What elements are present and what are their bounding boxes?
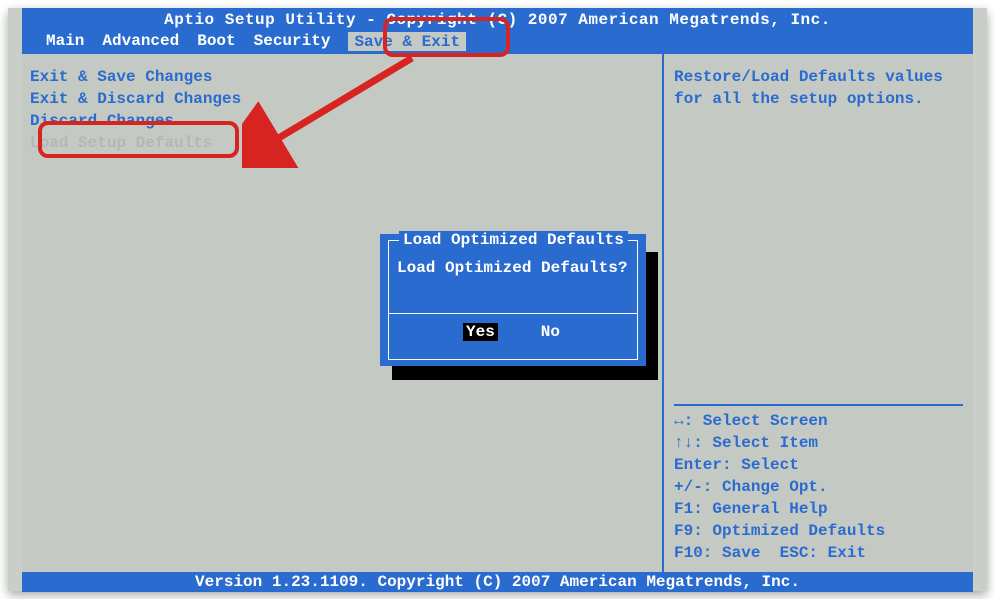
dialog-border: Load Optimized Defaults Load Optimized D… [388, 240, 638, 360]
hint-line: ↑↓: Select Item [674, 432, 963, 454]
dialog-separator [389, 313, 637, 314]
option-discard[interactable]: Discard Changes [30, 110, 654, 132]
bios-screen: Aptio Setup Utility - Copyright (C) 2007… [22, 8, 973, 591]
options-list: Exit & Save Changes Exit & Discard Chang… [30, 66, 654, 154]
footer-bar: Version 1.23.1109. Copyright (C) 2007 Am… [22, 572, 973, 592]
dialog-no-button[interactable]: No [538, 323, 563, 341]
app-title: Aptio Setup Utility - Copyright (C) 2007… [22, 10, 973, 30]
option-load-defaults[interactable]: Load Setup Defaults [30, 132, 654, 154]
help-panel: Restore/Load Defaults values for all the… [664, 54, 973, 572]
option-exit-save[interactable]: Exit & Save Changes [30, 66, 654, 88]
menu-boot[interactable]: Boot [197, 32, 235, 50]
header-bar: Aptio Setup Utility - Copyright (C) 2007… [22, 8, 973, 52]
dialog-title: Load Optimized Defaults [399, 231, 628, 249]
hint-line: F10: Save ESC: Exit [674, 542, 963, 564]
hint-line: +/-: Change Opt. [674, 476, 963, 498]
option-exit-discard[interactable]: Exit & Discard Changes [30, 88, 654, 110]
help-line: Restore/Load Defaults values [674, 66, 963, 88]
menu-advanced[interactable]: Advanced [102, 32, 179, 50]
help-line: for all the setup options. [674, 88, 963, 110]
key-hints: ↔: Select Screen ↑↓: Select Item Enter: … [674, 410, 963, 564]
menu-security[interactable]: Security [254, 32, 331, 50]
hint-line: F1: General Help [674, 498, 963, 520]
help-text: Restore/Load Defaults values for all the… [674, 66, 963, 110]
bios-frame: Aptio Setup Utility - Copyright (C) 2007… [8, 8, 987, 591]
hint-line: F9: Optimized Defaults [674, 520, 963, 542]
menu-main[interactable]: Main [46, 32, 84, 50]
menu-save-exit[interactable]: Save & Exit [348, 32, 466, 51]
hint-line: ↔: Select Screen [674, 410, 963, 432]
dialog-yes-button[interactable]: Yes [463, 323, 498, 341]
help-divider [674, 404, 963, 406]
menu-bar: Main Advanced Boot Security Save & Exit [22, 30, 973, 52]
dialog-buttons: Yes No [389, 323, 637, 341]
confirm-dialog: Load Optimized Defaults Load Optimized D… [380, 234, 646, 366]
hint-line: Enter: Select [674, 454, 963, 476]
